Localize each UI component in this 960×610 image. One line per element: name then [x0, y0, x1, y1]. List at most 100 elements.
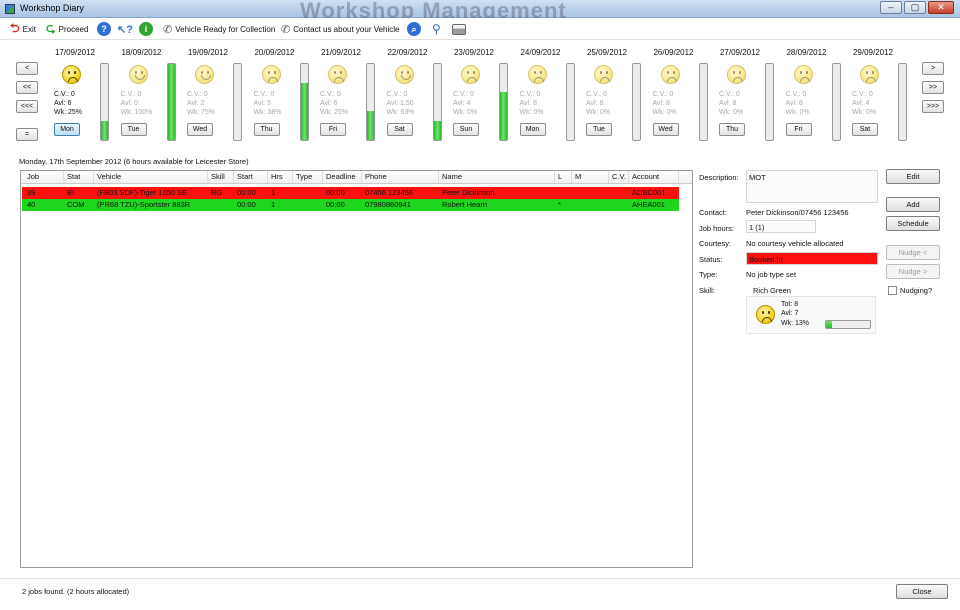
day-card[interactable]: 19/09/2012 C.V.: 0 Avl: 2 Wk: 75% Wed — [183, 48, 247, 144]
day-button[interactable]: Wed — [652, 123, 679, 136]
day-card[interactable]: 25/09/2012 C.V.: 0 Avl: 8 Wk: 0% Tue — [582, 48, 646, 144]
day-button[interactable]: Mon — [519, 123, 546, 136]
prev-month-button[interactable]: <<< — [16, 100, 38, 113]
column-header[interactable]: L — [555, 171, 572, 183]
minimize-button[interactable]: – — [880, 1, 902, 14]
column-header[interactable]: Start — [234, 171, 268, 183]
day-card[interactable]: 23/09/2012 C.V.: 0 Avl: 4 Wk: 0% Sun — [449, 48, 513, 144]
close-button[interactable]: Close — [896, 584, 948, 599]
cell-name: Robert Hearn — [442, 200, 488, 209]
day-button[interactable]: Fri — [785, 123, 812, 136]
cell-start: 00:00 — [237, 200, 256, 209]
magnifier-icon: ⚲ — [432, 22, 441, 36]
column-header[interactable]: Vehicle — [94, 171, 208, 183]
job-hours-field[interactable]: 1 (1) — [746, 220, 816, 233]
contact-about-vehicle-button[interactable]: ✆ Contact us about your Vehicle — [281, 20, 400, 38]
day-avl: Avl: 8 — [719, 100, 737, 107]
whats-this-button[interactable]: ↖? — [117, 20, 133, 38]
day-button[interactable]: Tue — [120, 123, 147, 136]
vehicle-ready-button[interactable]: ✆ Vehicle Ready for Collection — [163, 20, 275, 38]
column-header[interactable]: C.V. — [609, 171, 629, 183]
table-row[interactable]: 40 COM (PR68 TZU)-Sportster 883R 00:00 1 00:0… — [22, 199, 679, 211]
day-button[interactable]: Mon — [54, 123, 80, 136]
day-card[interactable]: 26/09/2012 C.V.: 0 Avl: 8 Wk: 0% Wed — [649, 48, 713, 144]
search-button[interactable]: ⚲ — [432, 20, 441, 38]
day-button[interactable]: Sun — [453, 123, 479, 136]
status-bar-text: 2 jobs found. (2 hours allocated) — [22, 587, 130, 596]
day-avl: Avl: 6 — [54, 100, 72, 107]
day-button[interactable]: Sat — [852, 123, 878, 136]
day-workload-bar — [898, 63, 907, 141]
day-button[interactable]: Thu — [253, 123, 280, 136]
nudging-checkbox[interactable] — [888, 286, 897, 295]
prev-day-button[interactable]: < — [16, 62, 38, 75]
status-field[interactable]: Booked In — [746, 252, 878, 265]
type-label: Type: — [699, 270, 718, 279]
description-field[interactable]: MOT — [746, 170, 878, 203]
cell-account: AHEA001 — [632, 200, 665, 209]
column-header[interactable]: Type — [293, 171, 323, 183]
skill-sad-face-icon — [756, 305, 775, 324]
contact-label: Contact: — [699, 208, 727, 217]
sad-face-icon — [660, 65, 680, 84]
skill-workload-bar — [825, 320, 871, 329]
add-button[interactable]: Add — [886, 197, 940, 212]
day-cv: C.V.: 0 — [253, 91, 275, 98]
next-week-button[interactable]: >> — [922, 81, 944, 94]
nudge-forward-button[interactable]: Nudge > — [886, 264, 940, 279]
column-header[interactable]: Hrs — [268, 171, 293, 183]
print-button[interactable] — [452, 20, 466, 38]
today-button[interactable]: = — [16, 128, 38, 141]
day-card[interactable]: 21/09/2012 C.V.: 0 Avl: 6 Wk: 25% Fri — [316, 48, 380, 144]
day-button[interactable]: Tue — [586, 123, 612, 136]
column-header[interactable]: M — [572, 171, 609, 183]
proceed-button[interactable]: ⮎ Proceed — [46, 20, 88, 38]
happy-face-icon — [195, 65, 214, 84]
day-card[interactable]: 29/09/2012 C.V.: 0 Avl: 4 Wk: 0% Sat — [848, 48, 912, 144]
column-header[interactable]: Job — [24, 171, 64, 183]
next-month-button[interactable]: >>> — [922, 100, 944, 113]
day-stats: C.V.: 0 Avl: 6 Wk: 25% — [320, 90, 348, 117]
edit-button[interactable]: Edit — [886, 169, 940, 184]
cell-m — [572, 187, 609, 199]
column-header[interactable]: Phone — [362, 171, 439, 183]
close-window-button[interactable]: ✕ — [928, 1, 954, 14]
day-card[interactable]: 18/09/2012 C.V.: 0 Avl: 0 Wk: 100% Tue — [117, 48, 181, 144]
day-card[interactable]: 17/09/2012 C.V.: 0 Avl: 6 Wk: 25% Mon — [50, 48, 114, 144]
column-header[interactable]: Skill — [208, 171, 234, 183]
day-workload-bar — [299, 63, 309, 141]
day-card[interactable]: 20/09/2012 C.V.: 0 Avl: 5 Wk: 38% Thu — [250, 48, 314, 144]
day-card[interactable]: 28/09/2012 C.V.: 0 Avl: 8 Wk: 0% Fri — [782, 48, 846, 144]
day-card[interactable]: 24/09/2012 C.V.: 0 Avl: 8 Wk: 0% Mon — [516, 48, 580, 144]
day-cv: C.V.: 0 — [785, 91, 807, 98]
day-avl: Avl: 4 — [453, 100, 471, 107]
day-wk: Wk: 100% — [120, 109, 153, 116]
prev-week-button[interactable]: << — [16, 81, 38, 94]
maximize-button[interactable]: ▢ — [904, 1, 926, 14]
info-button[interactable]: i — [139, 20, 153, 38]
contact-label: Contact us about your Vehicle — [293, 24, 400, 34]
table-row[interactable]: 39 BI (FB03 SDF)-Tiger 1050 SE RG 00:00 1 00:0… — [22, 187, 679, 199]
column-header[interactable]: Deadline — [323, 171, 362, 183]
day-button[interactable]: Thu — [719, 123, 745, 136]
day-workload-fill — [500, 92, 507, 140]
lookup-button[interactable]: ⌕ — [407, 20, 421, 38]
column-header[interactable]: Stat — [64, 171, 94, 183]
skill-label: Skill: — [699, 286, 715, 295]
day-button[interactable]: Sat — [386, 123, 413, 136]
day-card[interactable]: 22/09/2012 C.V.: 0 Avl: 1.50 Wk: 63% Sat — [383, 48, 447, 144]
day-card[interactable]: 27/09/2012 C.V.: 0 Avl: 8 Wk: 0% Thu — [715, 48, 779, 144]
jobs-table[interactable]: Job Stat Vehicle Skill Start Hrs Type Deadline P… — [20, 170, 693, 568]
nudge-back-button[interactable]: Nudge < — [886, 245, 940, 260]
column-header[interactable]: Name — [439, 171, 555, 183]
cell-l: * — [558, 200, 561, 209]
next-day-button[interactable]: > — [922, 62, 944, 75]
help-button[interactable]: ? — [97, 20, 111, 38]
day-button[interactable]: Wed — [187, 123, 213, 136]
column-header[interactable]: Account — [629, 171, 679, 183]
exit-button[interactable]: ⮌ Exit — [10, 20, 36, 38]
schedule-button[interactable]: Schedule — [886, 216, 940, 231]
day-stats: C.V.: 0 Avl: 5 Wk: 38% — [254, 90, 282, 117]
day-button[interactable]: Fri — [320, 123, 346, 136]
skill-avl: Avl: 7 — [781, 310, 799, 317]
